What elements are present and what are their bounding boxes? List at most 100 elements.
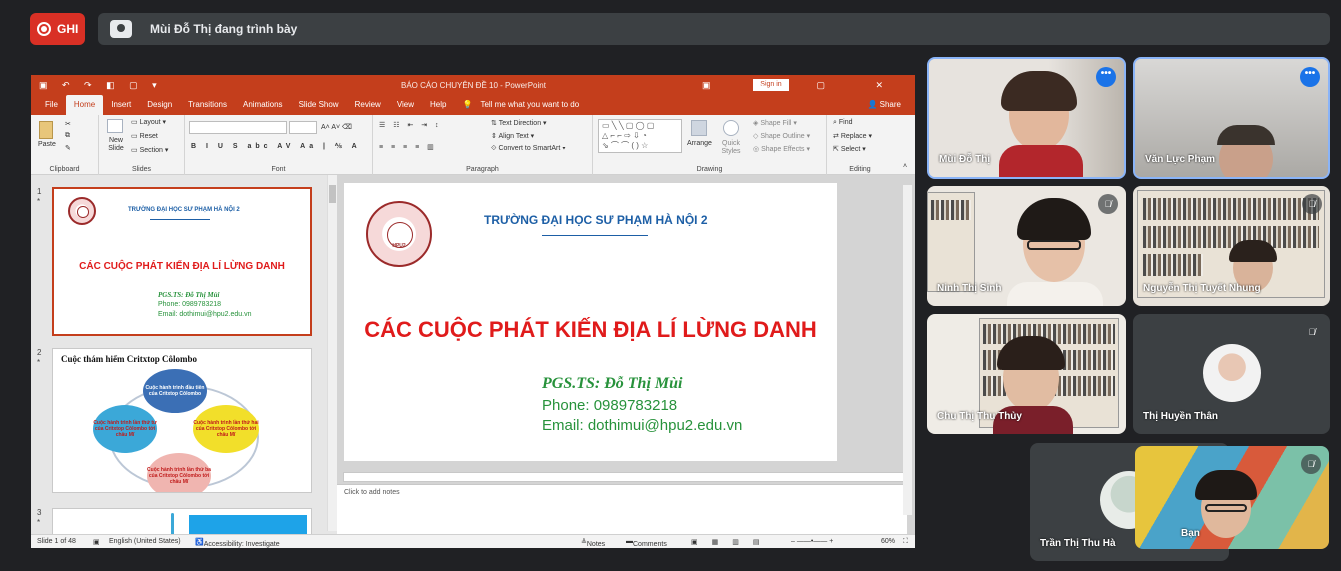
more-options-icon[interactable]: ••• — [1300, 67, 1320, 87]
select-button[interactable]: ⇱ Select ▾ — [833, 145, 866, 153]
list-indent-buttons[interactable]: ☰ ☷ ⇤ ⇥ ↕ — [379, 121, 442, 129]
format-painter-icon[interactable]: ✎ — [65, 144, 71, 152]
participant-avatar — [1203, 344, 1261, 402]
tab-insert[interactable]: Insert — [103, 95, 139, 115]
accessibility-status[interactable]: ♿ Accessibility: Investigate — [195, 538, 280, 548]
slide-editing-area: HPU2 TRƯỜNG ĐẠI HỌC SƯ PHẠM HÀ NỘI 2 CÁC… — [337, 175, 915, 535]
tab-home[interactable]: Home — [65, 95, 104, 115]
quick-styles-button[interactable]: Quick Styles — [717, 140, 745, 156]
ribbon-group-slides: New Slide ▭ Layout ▾ ▭ Reset ▭ Section ▾… — [99, 115, 185, 175]
tell-me-search[interactable]: Tell me what you want to do — [480, 95, 587, 115]
find-button[interactable]: ⌕ Find — [833, 119, 853, 127]
font-format-buttons[interactable]: B I U S abc AV Aa | ⅍ A — [191, 143, 361, 150]
more-options-icon[interactable]: ••• — [1096, 67, 1116, 87]
select-label: Select — [840, 146, 861, 153]
present-screen-icon — [110, 20, 132, 38]
font-size-dropdown[interactable] — [289, 121, 317, 134]
shared-powerpoint-window: ▣ ↶ ↷ ◧ ▢ ▾ BÁO CÁO CHUYÊN ĐỀ 10 - Power… — [31, 75, 915, 548]
arrange-icon[interactable] — [691, 120, 707, 136]
tab-help[interactable]: Help — [422, 95, 454, 115]
alignment-buttons[interactable]: ≡ ≡ ≡ ≡ ▥ — [379, 143, 437, 151]
ribbon-group-editing: ⌕ Find ⇄ Replace ▾ ⇱ Select ▾ Editing — [827, 115, 893, 175]
participant-tile[interactable]: Chu Thị Thu Thủy — [927, 314, 1126, 434]
fit-slide-icon[interactable]: ⛶ — [903, 538, 908, 546]
scroll-thumb[interactable] — [329, 185, 336, 203]
view-buttons[interactable]: ▣▦▥▤ — [691, 538, 773, 546]
participant-tile[interactable]: ••• Mùi Đỗ Thị — [927, 57, 1126, 179]
thumbnail-scrollbar[interactable] — [327, 175, 337, 531]
participant-tile[interactable]: 🎙̸ Ninh Thị Sinh — [927, 186, 1126, 306]
zoom-slider[interactable]: – ——•—— + — [791, 538, 833, 545]
collapse-ribbon-icon[interactable]: ˄ — [903, 163, 907, 170]
font-name-dropdown[interactable] — [189, 121, 287, 134]
recording-badge[interactable]: GHI — [30, 13, 85, 45]
shape-effects-button[interactable]: ◎ Shape Effects ▾ — [753, 145, 810, 153]
text-direction-button[interactable]: ⇅ Text Direction ▾ — [491, 119, 547, 127]
arrange-button[interactable]: Arrange — [687, 140, 712, 147]
participant-tile[interactable]: 🎙̸ Thị Huyền Thân — [1133, 314, 1330, 434]
current-slide[interactable]: HPU2 TRƯỜNG ĐẠI HỌC SƯ PHẠM HÀ NỘI 2 CÁC… — [344, 183, 837, 461]
layout-button[interactable]: ▭ Layout ▾ — [131, 118, 166, 126]
books — [1143, 226, 1319, 248]
shape-fill-button[interactable]: ◈ Shape Fill ▾ — [753, 119, 797, 127]
mic-off-icon: 🎙̸ — [1302, 194, 1322, 214]
slide-vertical-scrollbar[interactable] — [903, 185, 912, 515]
spellcheck-icon[interactable]: ▣ — [93, 538, 100, 546]
slides-group-label: Slides — [131, 166, 152, 173]
thumb-school-name: TRƯỜNG ĐẠI HỌC SƯ PHẠM HÀ NỘI 2 — [128, 207, 240, 213]
shape-outline-label: Shape Outline — [760, 133, 805, 140]
participant-tile[interactable]: 🎙̸ Nguyễn Thị Tuyết Nhung — [1133, 186, 1330, 306]
align-text-button[interactable]: ⇕ Align Text ▾ — [491, 132, 534, 140]
new-slide-icon[interactable] — [107, 119, 123, 133]
notes-label: Notes — [586, 541, 606, 548]
ppt-title-bar: ▣ ↶ ↷ ◧ ▢ ▾ BÁO CÁO CHUYÊN ĐỀ 10 - Power… — [31, 75, 915, 95]
window-controls[interactable]: ▣ – ▢ ✕ — [702, 80, 907, 91]
quick-styles-icon[interactable] — [723, 120, 739, 136]
hair — [1017, 198, 1091, 240]
paste-button[interactable]: Paste — [38, 141, 56, 148]
divider — [542, 235, 648, 236]
comments-toggle[interactable]: ▬ Comments — [626, 538, 667, 548]
share-label: Share — [879, 100, 901, 109]
tab-slide-show[interactable]: Slide Show — [291, 95, 347, 115]
tab-transitions[interactable]: Transitions — [180, 95, 235, 115]
paste-icon[interactable] — [39, 121, 53, 139]
tab-file[interactable]: File — [37, 95, 66, 115]
books — [1143, 198, 1319, 220]
glasses — [1205, 504, 1247, 512]
grow-shrink-font-icons[interactable]: A˄ A˅ ⌫ — [321, 123, 352, 131]
lightbulb-icon: 💡 — [462, 100, 473, 109]
shape-outline-button[interactable]: ◇ Shape Outline ▾ — [753, 132, 810, 140]
slide-thumbnail-2[interactable]: Cuộc thám hiểm Critxtop Côlombo Cuộc hàn… — [52, 348, 312, 493]
convert-smartart-button[interactable]: ⟐ Convert to SmartArt ▾ — [491, 145, 566, 153]
notes-pane[interactable]: Click to add notes — [337, 484, 907, 535]
logo-text: HPU2 — [392, 243, 406, 249]
thumb-phone: Phone: 0989783218 — [158, 301, 222, 308]
tab-design[interactable]: Design — [139, 95, 180, 115]
books — [1143, 254, 1203, 276]
shapes-gallery[interactable]: ▭ ╲ ╲ ▢ ◯ ▢ △ ⌐ ⌐ ⇨ ⇩ ◔ ⇘ ⌒ ⌒ ( ) ☆ — [598, 119, 682, 153]
section-button[interactable]: ▭ Section ▾ — [131, 146, 168, 154]
notes-toggle[interactable]: ≜ Notes — [581, 538, 605, 548]
self-view-tile[interactable]: 🎙̸ Bạn — [1135, 446, 1329, 549]
text-direction-label: Text Direction — [498, 120, 542, 127]
copy-icon[interactable]: ⧉ — [65, 132, 70, 140]
cut-icon[interactable]: ✂ — [65, 120, 71, 128]
tab-review[interactable]: Review — [347, 95, 389, 115]
tab-animations[interactable]: Animations — [235, 95, 291, 115]
replace-button[interactable]: ⇄ Replace ▾ — [833, 132, 872, 140]
participant-tile[interactable]: ••• Văn Lực Phạm — [1133, 57, 1330, 179]
align-text-label: Align Text — [498, 133, 529, 140]
reset-button[interactable]: ▭ Reset — [131, 132, 158, 140]
tab-view[interactable]: View — [389, 95, 422, 115]
replace-label: Replace — [840, 133, 867, 140]
new-slide-button[interactable]: New Slide — [104, 137, 128, 153]
presenting-text: Mùi Đỗ Thị đang trình bày — [150, 22, 298, 36]
participant-name: Chu Thị Thu Thủy — [937, 411, 1022, 422]
share-button[interactable]: 👤 Share — [867, 100, 901, 109]
zoom-level[interactable]: 60% — [881, 538, 895, 545]
horizontal-scrollbar[interactable] — [343, 472, 905, 482]
language-status[interactable]: English (United States) — [109, 538, 181, 545]
quick-access-toolbar[interactable]: ▣ ↶ ↷ ◧ ▢ ▾ — [39, 80, 163, 91]
slide-thumbnail-1[interactable]: TRƯỜNG ĐẠI HỌC SƯ PHẠM HÀ NỘI 2 CÁC CUỘC… — [52, 187, 312, 336]
